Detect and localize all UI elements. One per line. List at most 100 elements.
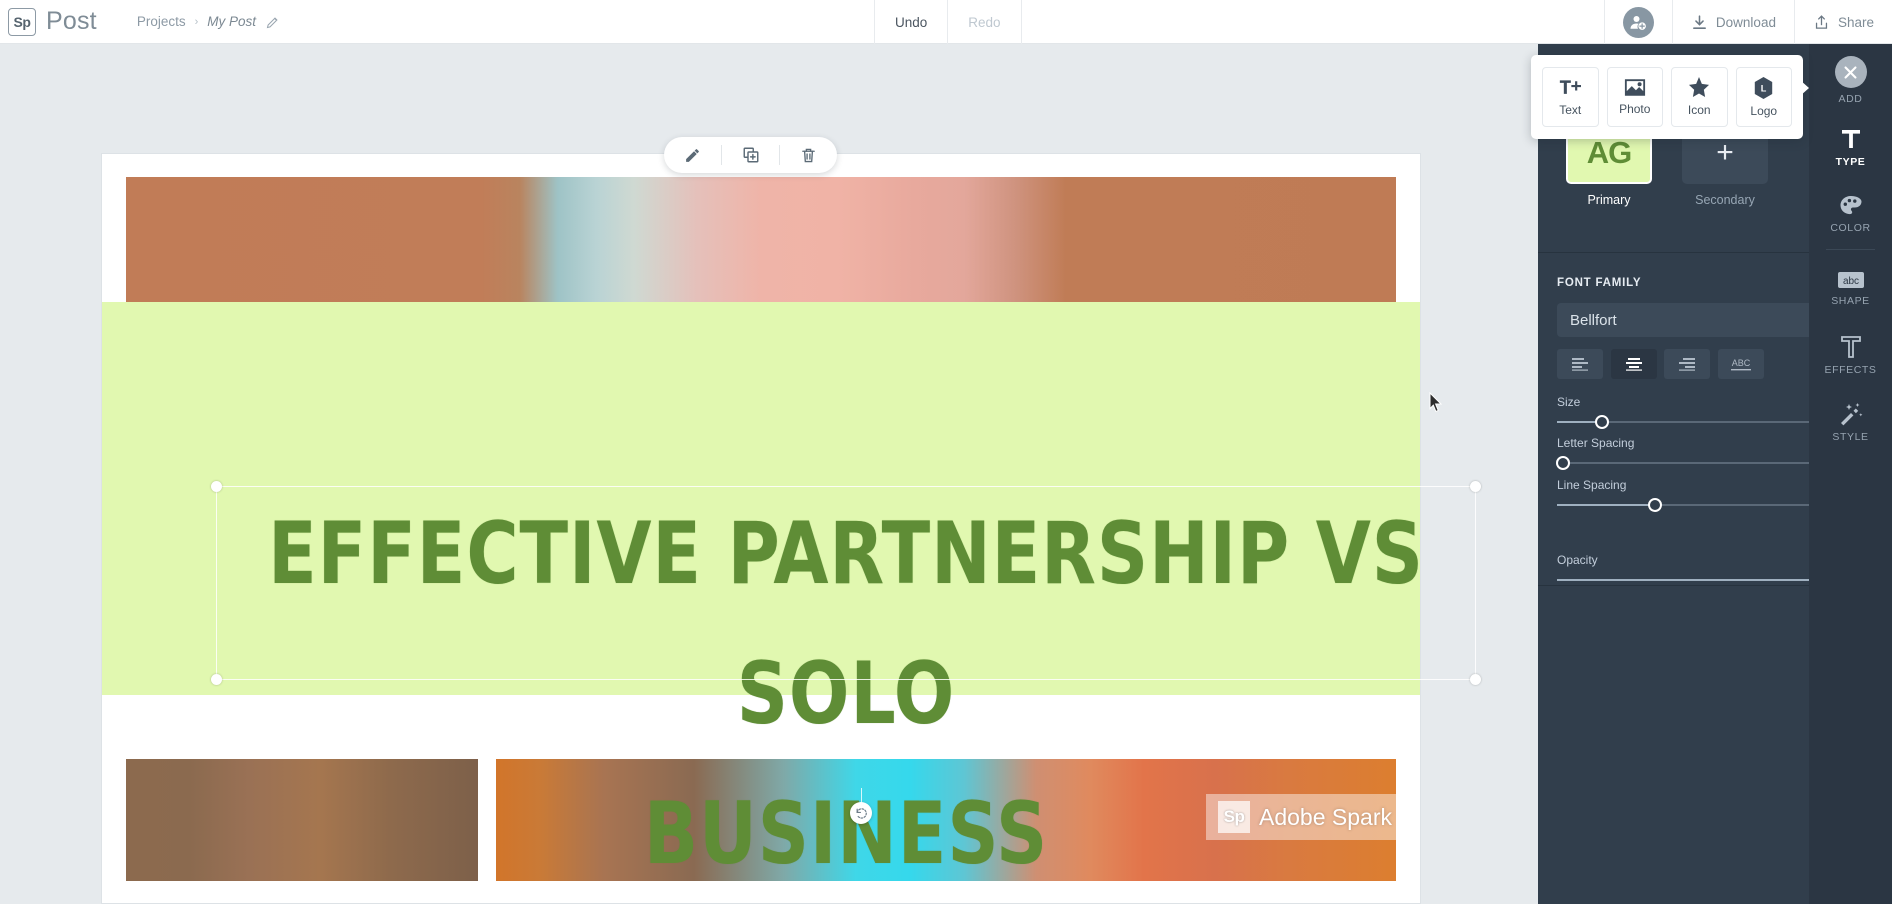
duplicate-icon bbox=[742, 146, 760, 164]
rail-item-type[interactable]: TYPE bbox=[1809, 119, 1892, 176]
download-button[interactable]: Download bbox=[1671, 0, 1794, 44]
resize-handle-top-left[interactable] bbox=[211, 481, 222, 492]
align-left-button[interactable] bbox=[1557, 349, 1603, 379]
magic-wand-icon bbox=[1838, 402, 1863, 426]
watermark-badge: Sp bbox=[1218, 801, 1250, 833]
size-slider-label: Size bbox=[1557, 395, 1581, 409]
breadcrumb-projects[interactable]: Projects bbox=[137, 14, 186, 29]
rotate-icon bbox=[855, 807, 868, 820]
font-family-title: FONT FAMILY bbox=[1557, 277, 1642, 289]
opacity-slider[interactable]: Opacity bbox=[1557, 553, 1836, 587]
type-panel-body: AG Primary + Secondary FONT FAMILY Bellf… bbox=[1538, 44, 1854, 904]
letter-spacing-slider-knob[interactable] bbox=[1555, 456, 1570, 470]
resize-handle-bottom-right[interactable] bbox=[1470, 674, 1481, 685]
adobe-spark-watermark: Sp Adobe Spark bbox=[1206, 794, 1404, 840]
effects-icon bbox=[1840, 335, 1862, 359]
delete-element-button[interactable] bbox=[780, 137, 837, 173]
breadcrumb: Projects › My Post bbox=[137, 14, 279, 29]
breadcrumb-separator: › bbox=[194, 15, 199, 28]
palette-icon bbox=[1839, 195, 1863, 217]
line-spacing-slider-fill bbox=[1557, 504, 1655, 506]
panel-divider bbox=[1538, 252, 1854, 253]
opacity-slider-fill bbox=[1557, 579, 1828, 581]
rail-label-add: ADD bbox=[1838, 93, 1863, 105]
align-center-button[interactable] bbox=[1610, 349, 1657, 379]
rail-item-effects[interactable]: EFFECTS bbox=[1809, 327, 1892, 384]
swatch-secondary-label: Secondary bbox=[1695, 193, 1755, 207]
breadcrumb-current[interactable]: My Post bbox=[207, 14, 256, 29]
letter-spacing-slider[interactable]: Letter Spacing bbox=[1555, 436, 1836, 470]
app-logo[interactable]: Sp bbox=[8, 7, 36, 36]
download-icon bbox=[1691, 14, 1708, 31]
rail-item-add[interactable]: ADD bbox=[1809, 52, 1892, 109]
history-controls: Undo Redo bbox=[874, 0, 1022, 44]
add-logo-label: Logo bbox=[1750, 103, 1778, 118]
add-popup: Text Photo Icon L Logo bbox=[1531, 55, 1803, 139]
top-bar-actions: Download Share bbox=[1603, 0, 1892, 44]
rail-label-shape: SHAPE bbox=[1831, 295, 1870, 307]
align-left-icon bbox=[1570, 357, 1590, 371]
rail-label-color: COLOR bbox=[1830, 222, 1871, 234]
font-family-select[interactable]: Bellfort bbox=[1557, 303, 1836, 337]
rail-item-color[interactable]: COLOR bbox=[1809, 186, 1892, 243]
line-spacing-slider-track[interactable] bbox=[1557, 498, 1836, 512]
duplicate-element-button[interactable] bbox=[722, 137, 779, 173]
add-icon-button[interactable]: Icon bbox=[1671, 67, 1728, 127]
app-logo-text: Sp bbox=[13, 13, 31, 30]
app-title: Post bbox=[46, 7, 97, 35]
resize-handle-top-right[interactable] bbox=[1470, 481, 1481, 492]
share-button[interactable]: Share bbox=[1793, 0, 1892, 44]
top-bar: Sp Post Projects › My Post Undo Redo Dow… bbox=[0, 0, 1892, 44]
font-family-value: Bellfort bbox=[1570, 311, 1617, 329]
letter-spacing-slider-track[interactable] bbox=[1555, 456, 1836, 470]
rail-item-style[interactable]: STYLE bbox=[1809, 394, 1892, 451]
share-icon bbox=[1813, 14, 1830, 31]
edit-element-button[interactable] bbox=[664, 137, 721, 173]
rail-label-type: TYPE bbox=[1835, 156, 1866, 168]
redo-button[interactable]: Redo bbox=[947, 0, 1022, 44]
line-spacing-slider-label: Line Spacing bbox=[1557, 478, 1627, 492]
abc-icon: ABC bbox=[1728, 356, 1754, 372]
spark-post-editor: Sp Post Projects › My Post Undo Redo Dow… bbox=[0, 0, 1892, 904]
opacity-slider-label: Opacity bbox=[1557, 553, 1598, 567]
line-spacing-slider-knob[interactable] bbox=[1647, 498, 1662, 512]
size-slider[interactable]: Size bbox=[1557, 395, 1836, 429]
text-selection-box[interactable] bbox=[211, 481, 1481, 685]
panel-divider bbox=[1538, 585, 1854, 586]
line-spacing-slider[interactable]: Line Spacing bbox=[1557, 478, 1836, 512]
add-popup-arrow bbox=[1800, 80, 1809, 96]
rotate-handle[interactable] bbox=[850, 802, 872, 824]
align-right-button[interactable] bbox=[1664, 349, 1710, 379]
size-slider-knob[interactable] bbox=[1594, 415, 1609, 429]
text-alignment-group: ABC bbox=[1557, 349, 1764, 379]
rail-item-shape[interactable]: abc SHAPE bbox=[1809, 260, 1892, 317]
add-icon-label: Icon bbox=[1687, 103, 1711, 117]
workspace: EFFECTIVE PARTNERSHIP VS SOLO BUSINESS S… bbox=[0, 44, 1538, 904]
star-icon bbox=[1688, 77, 1710, 98]
resize-handle-bottom-left[interactable] bbox=[211, 674, 222, 685]
trash-icon bbox=[800, 147, 817, 164]
size-slider-track[interactable] bbox=[1557, 415, 1836, 429]
add-person-icon bbox=[1622, 6, 1654, 38]
design-canvas[interactable]: EFFECTIVE PARTNERSHIP VS SOLO BUSINESS S… bbox=[102, 154, 1481, 903]
type-icon bbox=[1839, 127, 1863, 151]
align-right-icon bbox=[1677, 357, 1697, 371]
element-toolbar bbox=[664, 137, 837, 173]
swatch-primary-label: Primary bbox=[1587, 193, 1631, 207]
add-photo-button[interactable]: Photo bbox=[1606, 67, 1663, 127]
svg-text:L: L bbox=[1761, 83, 1767, 93]
add-text-label: Text bbox=[1559, 102, 1582, 117]
close-icon[interactable] bbox=[1834, 56, 1867, 88]
svg-text:abc: abc bbox=[1842, 276, 1858, 287]
opacity-slider-track[interactable] bbox=[1557, 573, 1836, 587]
undo-button[interactable]: Undo bbox=[874, 0, 947, 44]
pencil-icon[interactable] bbox=[265, 15, 279, 29]
add-text-button[interactable]: Text bbox=[1542, 67, 1599, 127]
add-photo-label: Photo bbox=[1619, 102, 1651, 116]
mouse-cursor bbox=[1429, 391, 1443, 418]
text-case-button[interactable]: ABC bbox=[1717, 349, 1764, 379]
invite-button[interactable] bbox=[1603, 0, 1672, 44]
abc-box-icon: abc bbox=[1836, 270, 1866, 290]
download-label: Download bbox=[1715, 14, 1776, 30]
add-logo-button[interactable]: L Logo bbox=[1735, 67, 1792, 127]
